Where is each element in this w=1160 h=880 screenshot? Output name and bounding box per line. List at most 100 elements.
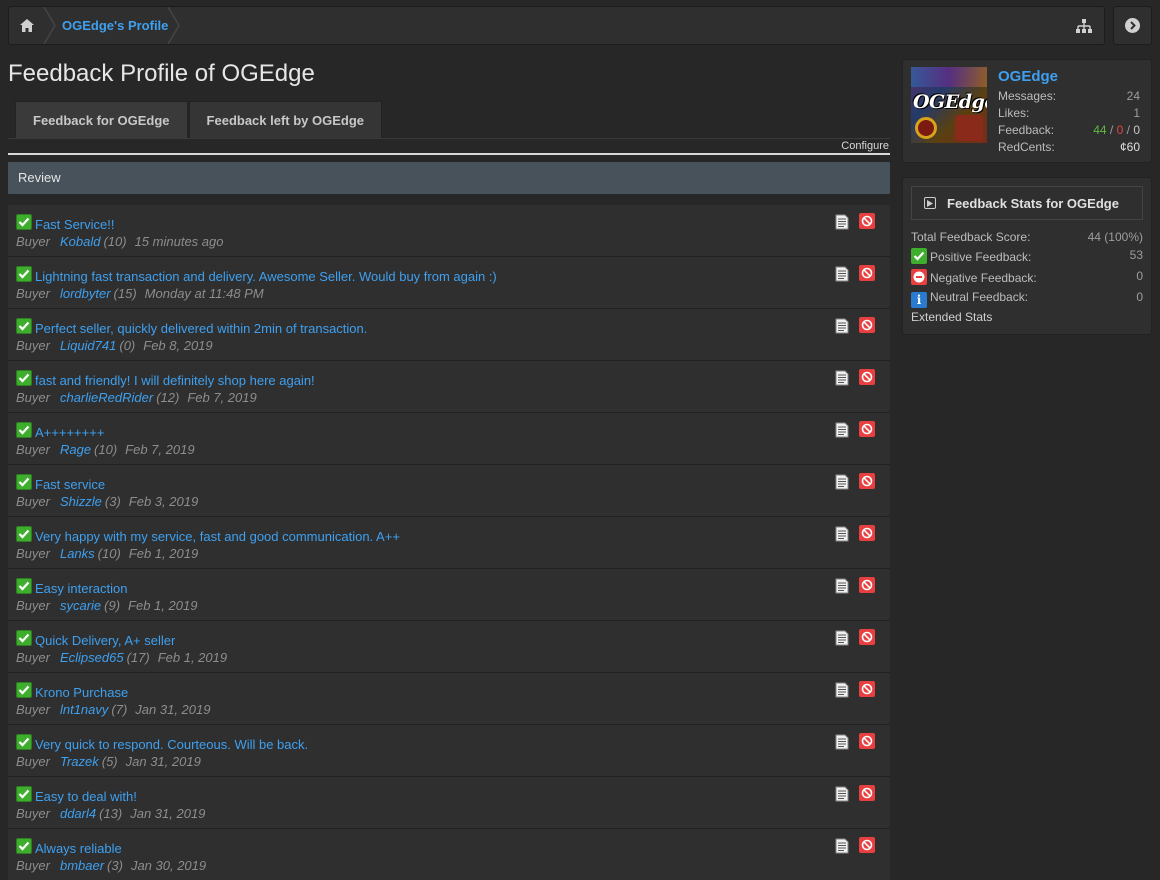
document-icon[interactable] <box>835 786 849 802</box>
feedback-meta: Buyer Liquid741 (0) Feb 8, 2019 <box>16 338 213 353</box>
feedback-text[interactable]: Lightning fast transaction and delivery.… <box>35 269 497 284</box>
feedback-row: Krono Purchase Buyer lnt1navy (7) Jan 31, 2… <box>8 673 890 725</box>
feedback-role: Buyer <box>16 754 50 769</box>
neutral-info-icon: i <box>911 292 927 308</box>
feedback-text[interactable]: Always reliable <box>35 841 122 856</box>
document-icon[interactable] <box>835 266 849 282</box>
section-divider <box>8 153 890 155</box>
feedback-user-link[interactable]: charlieRedRider <box>60 390 153 405</box>
report-icon[interactable] <box>859 837 875 853</box>
feedback-row: Lightning fast transaction and delivery.… <box>8 257 890 309</box>
positive-check-icon <box>16 786 32 802</box>
feedback-user-link[interactable]: Lanks <box>60 546 95 561</box>
feedback-user-count: (0) <box>119 338 136 353</box>
tab-divider <box>8 138 890 139</box>
feedback-user-link[interactable]: lnt1navy <box>60 702 108 717</box>
avatar-logo-text: OGEdge <box>913 91 987 113</box>
feedback-text[interactable]: Perfect seller, quickly delivered within… <box>35 321 367 336</box>
avatar[interactable]: OGEdge <box>911 67 987 143</box>
feedback-text[interactable]: A++++++++ <box>35 425 104 440</box>
configure-link[interactable]: Configure <box>841 140 889 152</box>
messages-value: 24 <box>1126 89 1140 103</box>
feedback-user-link[interactable]: Rage <box>60 442 91 457</box>
report-icon[interactable] <box>859 785 875 801</box>
document-icon[interactable] <box>835 422 849 438</box>
feedback-user-count: (17) <box>126 650 150 665</box>
feedback-row: Quick Delivery, A+ seller Buyer Eclipsed6… <box>8 621 890 673</box>
feedback-date: Feb 3, 2019 <box>128 494 199 509</box>
sitemap-icon[interactable] <box>1072 7 1096 44</box>
positive-check-icon <box>16 318 32 334</box>
likes-label: Likes: <box>998 106 1030 120</box>
feedback-meta: Buyer charlieRedRider (12) Feb 7, 2019 <box>16 390 257 405</box>
report-icon[interactable] <box>859 317 875 333</box>
report-icon[interactable] <box>859 525 875 541</box>
feedback-text[interactable]: Fast service <box>35 477 105 492</box>
tab-feedback-for[interactable]: Feedback for OGEdge <box>15 101 188 139</box>
feedback-date: Jan 31, 2019 <box>130 806 206 821</box>
home-icon[interactable] <box>9 7 45 44</box>
feedback-meta: Buyer Lanks (10) Feb 1, 2019 <box>16 546 198 561</box>
feedback-meta: Buyer lnt1navy (7) Jan 31, 2019 <box>16 702 210 717</box>
report-icon[interactable] <box>859 577 875 593</box>
redcents-value: ¢60 <box>1119 140 1140 154</box>
feedback-user-link[interactable]: lordbyter <box>60 286 111 301</box>
arrow-right-circle-icon[interactable] <box>1113 6 1152 45</box>
document-icon[interactable] <box>835 734 849 750</box>
feedback-user-link[interactable]: bmbaer <box>60 858 104 873</box>
report-icon[interactable] <box>859 629 875 645</box>
report-icon[interactable] <box>859 421 875 437</box>
document-icon[interactable] <box>835 214 849 230</box>
breadcrumb-profile-link[interactable]: OGEdge's Profile <box>62 7 168 44</box>
feedback-row: Fast Service!! Buyer Kobald (10) 15 minutes… <box>8 205 890 257</box>
document-icon[interactable] <box>835 838 849 854</box>
feedback-text[interactable]: fast and friendly! I will definitely sho… <box>35 373 315 388</box>
positive-check-icon <box>16 682 32 698</box>
document-icon[interactable] <box>835 318 849 334</box>
negative-value: 0 <box>1136 269 1143 283</box>
feedback-neutral-count[interactable]: 0 <box>1133 123 1140 137</box>
feedback-date: Feb 1, 2019 <box>128 546 199 561</box>
feedback-user-link[interactable]: Trazek <box>60 754 99 769</box>
feedback-user-link[interactable]: Shizzle <box>60 494 102 509</box>
report-icon[interactable] <box>859 473 875 489</box>
feedback-text[interactable]: Krono Purchase <box>35 685 128 700</box>
breadcrumb-separator <box>43 7 57 44</box>
document-icon[interactable] <box>835 474 849 490</box>
report-icon[interactable] <box>859 265 875 281</box>
report-icon[interactable] <box>859 369 875 385</box>
document-icon[interactable] <box>835 578 849 594</box>
feedback-text[interactable]: Easy interaction <box>35 581 128 596</box>
document-icon[interactable] <box>835 370 849 386</box>
feedback-text[interactable]: Very quick to respond. Courteous. Will b… <box>35 737 308 752</box>
feedback-text[interactable]: Fast Service!! <box>35 217 114 232</box>
feedback-stats-card: Feedback Stats for OGEdge Total Feedback… <box>902 177 1152 335</box>
feedback-positive-count[interactable]: 44 <box>1093 123 1106 137</box>
negative-label: Negative Feedback: <box>930 271 1037 285</box>
feedback-text[interactable]: Very happy with my service, fast and goo… <box>35 529 400 544</box>
feedback-user-count: (13) <box>99 806 123 821</box>
feedback-user-link[interactable]: ddarl4 <box>60 806 96 821</box>
report-icon[interactable] <box>859 681 875 697</box>
document-icon[interactable] <box>835 630 849 646</box>
report-icon[interactable] <box>859 733 875 749</box>
extended-stats-link[interactable]: Extended Stats <box>911 310 992 324</box>
feedback-text[interactable]: Easy to deal with! <box>35 789 137 804</box>
play-icon <box>924 197 936 209</box>
feedback-role: Buyer <box>16 650 50 665</box>
feedback-stats-header[interactable]: Feedback Stats for OGEdge <box>911 186 1143 220</box>
feedback-user-link[interactable]: Liquid741 <box>60 338 116 353</box>
page-title: Feedback Profile of OGEdge <box>8 60 315 87</box>
document-icon[interactable] <box>835 682 849 698</box>
tab-feedback-left-by[interactable]: Feedback left by OGEdge <box>188 101 383 139</box>
feedback-row: Perfect seller, quickly delivered within… <box>8 309 890 361</box>
report-icon[interactable] <box>859 213 875 229</box>
feedback-user-link[interactable]: Eclipsed65 <box>60 650 124 665</box>
feedback-row: Very happy with my service, fast and goo… <box>8 517 890 569</box>
document-icon[interactable] <box>835 526 849 542</box>
feedback-user-link[interactable]: Kobald <box>60 234 100 249</box>
feedback-text[interactable]: Quick Delivery, A+ seller <box>35 633 175 648</box>
profile-name-link[interactable]: OGEdge <box>998 68 1058 85</box>
feedback-user-link[interactable]: sycarie <box>60 598 101 613</box>
feedback-row: A++++++++ Buyer Rage (10) Feb 7, 2019 <box>8 413 890 465</box>
